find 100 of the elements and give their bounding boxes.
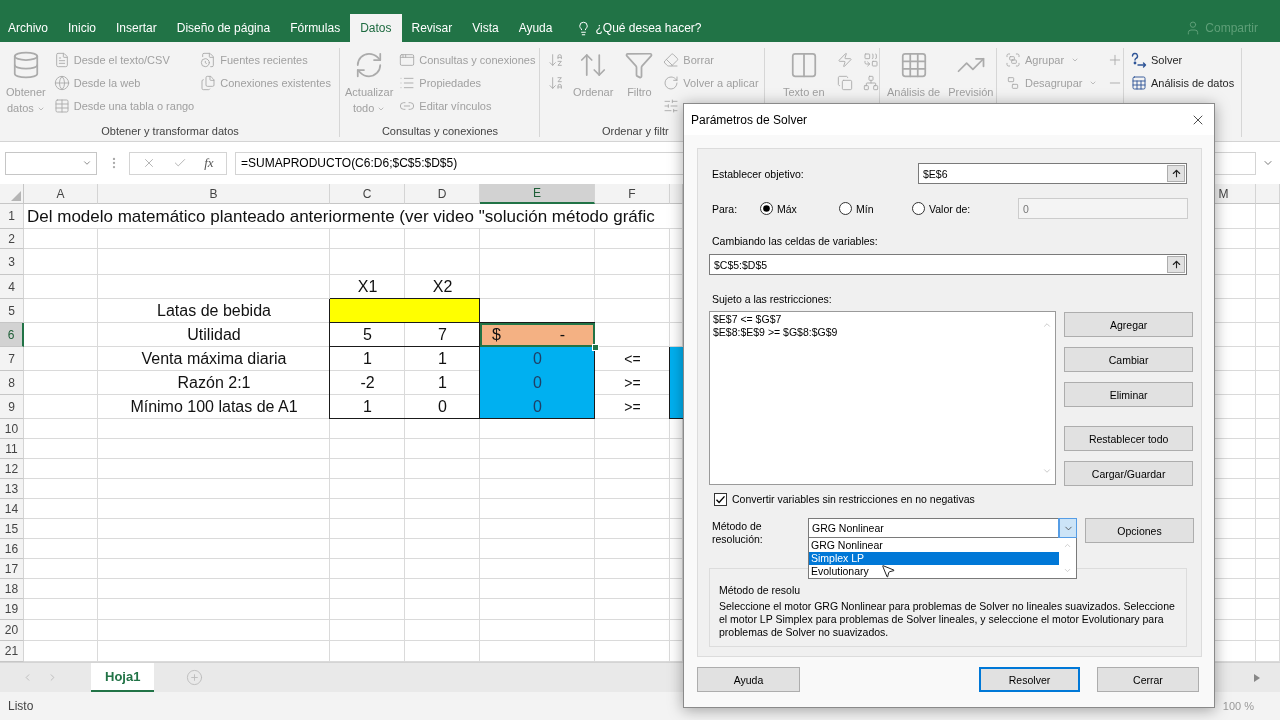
range-select-button[interactable] xyxy=(1167,165,1185,182)
dropdown-button[interactable] xyxy=(1059,519,1076,537)
caret-icon[interactable] xyxy=(82,158,92,168)
constraints-list[interactable]: $E$7 <= $G$7 $E$8:$E$9 >= $G$8:$G$9 xyxy=(709,311,1057,485)
ribbon-button[interactable]: Solver xyxy=(1131,48,1183,71)
row-header[interactable]: 6 xyxy=(0,323,24,347)
file-clock-icon xyxy=(200,51,217,68)
column-header[interactable]: A xyxy=(24,184,98,204)
column-header[interactable] xyxy=(670,184,683,204)
fill-handle[interactable] xyxy=(592,344,599,351)
objective-label: Establecer objetivo: xyxy=(711,167,804,180)
radio-option[interactable]: Valor de: xyxy=(912,202,971,215)
table-cell: Razón 2:1 xyxy=(98,371,330,395)
checkbox[interactable] xyxy=(714,492,727,506)
column-header[interactable]: B xyxy=(98,184,330,204)
dropdown-option[interactable]: Simplex LP xyxy=(809,552,1059,565)
row-header[interactable]: 18 xyxy=(0,579,24,599)
table-cell: Utilidad xyxy=(98,323,330,347)
files-icon xyxy=(200,74,217,91)
radio-option[interactable]: Máx xyxy=(760,202,797,215)
row-header[interactable]: 11 xyxy=(0,439,24,459)
column-header[interactable]: F xyxy=(595,184,670,204)
question-arrow-icon xyxy=(1131,51,1147,68)
method-select[interactable]: GRG Nonlinear xyxy=(808,518,1077,538)
row-header[interactable]: 15 xyxy=(0,519,24,539)
insert-function-button[interactable]: fx xyxy=(204,155,214,171)
select-all-button[interactable] xyxy=(0,184,24,204)
constraint-button[interactable]: Cambiar xyxy=(1064,347,1193,372)
nonnegative-option[interactable]: Convertir variables sin restricciones en no negativas xyxy=(709,492,975,506)
dropdown-option[interactable]: Evolutionary xyxy=(809,565,1059,578)
row-header[interactable]: 12 xyxy=(0,459,24,479)
ribbon-tab[interactable]: Diseño de página xyxy=(166,14,281,42)
dialog-button[interactable]: Ayuda xyxy=(697,667,800,692)
ribbon-tab[interactable]: Insertar xyxy=(106,14,167,42)
ribbon-tab[interactable]: Archivo xyxy=(0,14,58,42)
name-box[interactable] xyxy=(5,151,97,175)
dialog-title: Parámetros de Solver xyxy=(691,112,808,127)
variables-field[interactable]: $C$5:$D$5 xyxy=(709,254,1187,275)
row-header[interactable]: 10 xyxy=(0,419,24,439)
ribbon-tab[interactable]: Fórmulas xyxy=(280,14,351,42)
ribbon-tab[interactable]: Vista xyxy=(462,14,509,42)
scroll-up-icon[interactable] xyxy=(1063,541,1072,550)
sheet-tab[interactable]: Hoja1 xyxy=(91,663,155,692)
row-header[interactable]: 9 xyxy=(0,395,24,419)
objective-field[interactable]: $E$6 xyxy=(918,163,1187,184)
ribbon-tab[interactable]: Ayuda xyxy=(508,14,563,42)
row-header[interactable]: 17 xyxy=(0,559,24,579)
description-text: Seleccione el motor GRG Nonlinear para problemas de Solver no lineales suavizados. Seleccione el motor LP Simplex para problemas de Solver lineales, y seleccione el motor Evolutionary para problemas de Solver no suavizados. xyxy=(719,600,1176,639)
constraint-item[interactable]: $E$7 <= $G$7 xyxy=(710,313,782,326)
row-header[interactable]: 20 xyxy=(0,620,24,641)
table-cell: 1 xyxy=(330,395,405,419)
ribbon-button[interactable]: Análisis de datos xyxy=(1131,71,1235,94)
add-sheet-icon[interactable] xyxy=(186,669,204,686)
column-header[interactable]: C xyxy=(330,184,405,204)
row-header[interactable]: 7 xyxy=(0,347,24,371)
constraint-item[interactable]: $E$8:$E$9 >= $G$8:$G$9 xyxy=(710,325,838,338)
row-header[interactable]: 8 xyxy=(0,371,24,395)
range-select-button[interactable] xyxy=(1167,256,1185,273)
row-header[interactable]: 13 xyxy=(0,479,24,499)
tell-me-search[interactable]: ¿Qué desea hacer? xyxy=(595,21,718,35)
radio-option[interactable]: Mín xyxy=(839,202,874,215)
constraint-button[interactable]: Eliminar xyxy=(1064,382,1193,407)
to-label: Para: xyxy=(711,202,739,215)
constraint-button[interactable]: Agregar xyxy=(1064,312,1193,337)
method-label: Método de resolución: xyxy=(711,519,764,546)
table-cell: 1 xyxy=(405,371,480,395)
constraint-button[interactable]: Cargar/Guardar xyxy=(1064,461,1193,486)
row-header[interactable]: 16 xyxy=(0,539,24,559)
table-cell: 0 xyxy=(480,371,595,395)
row-header[interactable]: 5 xyxy=(0,299,24,323)
column-header[interactable]: D xyxy=(405,184,480,204)
group-label: Ordenar y filtr xyxy=(602,125,669,137)
row-header[interactable]: 14 xyxy=(0,499,24,519)
row-header[interactable]: 3 xyxy=(0,249,24,275)
ribbon-tab[interactable]: Datos xyxy=(350,14,402,42)
ribbon-tab[interactable]: Revisar xyxy=(401,14,463,42)
dialog-button[interactable]: Resolver xyxy=(979,667,1080,692)
row-header[interactable]: 4 xyxy=(0,275,24,299)
scroll-up-icon[interactable] xyxy=(1041,320,1052,330)
table-cell: X2 xyxy=(405,275,480,299)
zoom-level: 100 % xyxy=(1222,700,1254,712)
constraint-button[interactable]: Restablecer todo xyxy=(1064,426,1193,451)
check-icon[interactable] xyxy=(173,156,188,170)
row-header[interactable]: 2 xyxy=(0,229,24,249)
document-icon xyxy=(53,51,70,68)
scroll-down-icon[interactable] xyxy=(1063,566,1072,575)
row-header[interactable]: 19 xyxy=(0,599,24,620)
scroll-right-icon[interactable] xyxy=(1254,673,1260,682)
scroll-down-icon[interactable] xyxy=(1041,466,1052,476)
column-header[interactable] xyxy=(1256,184,1280,204)
column-header[interactable]: E xyxy=(480,184,595,204)
dialog-button[interactable]: Cerrar xyxy=(1097,667,1199,692)
eraser-icon xyxy=(663,51,680,68)
constraints-label: Sujeto a las restricciones: xyxy=(711,292,832,306)
row-header[interactable]: 21 xyxy=(0,641,24,662)
dropdown-option[interactable]: GRG Nonlinear xyxy=(809,539,1059,552)
row-header[interactable]: 1 xyxy=(0,204,24,229)
reapply-icon xyxy=(663,74,680,91)
ribbon-tab[interactable]: Inicio xyxy=(58,14,107,42)
options-button[interactable]: Opciones xyxy=(1085,518,1194,543)
